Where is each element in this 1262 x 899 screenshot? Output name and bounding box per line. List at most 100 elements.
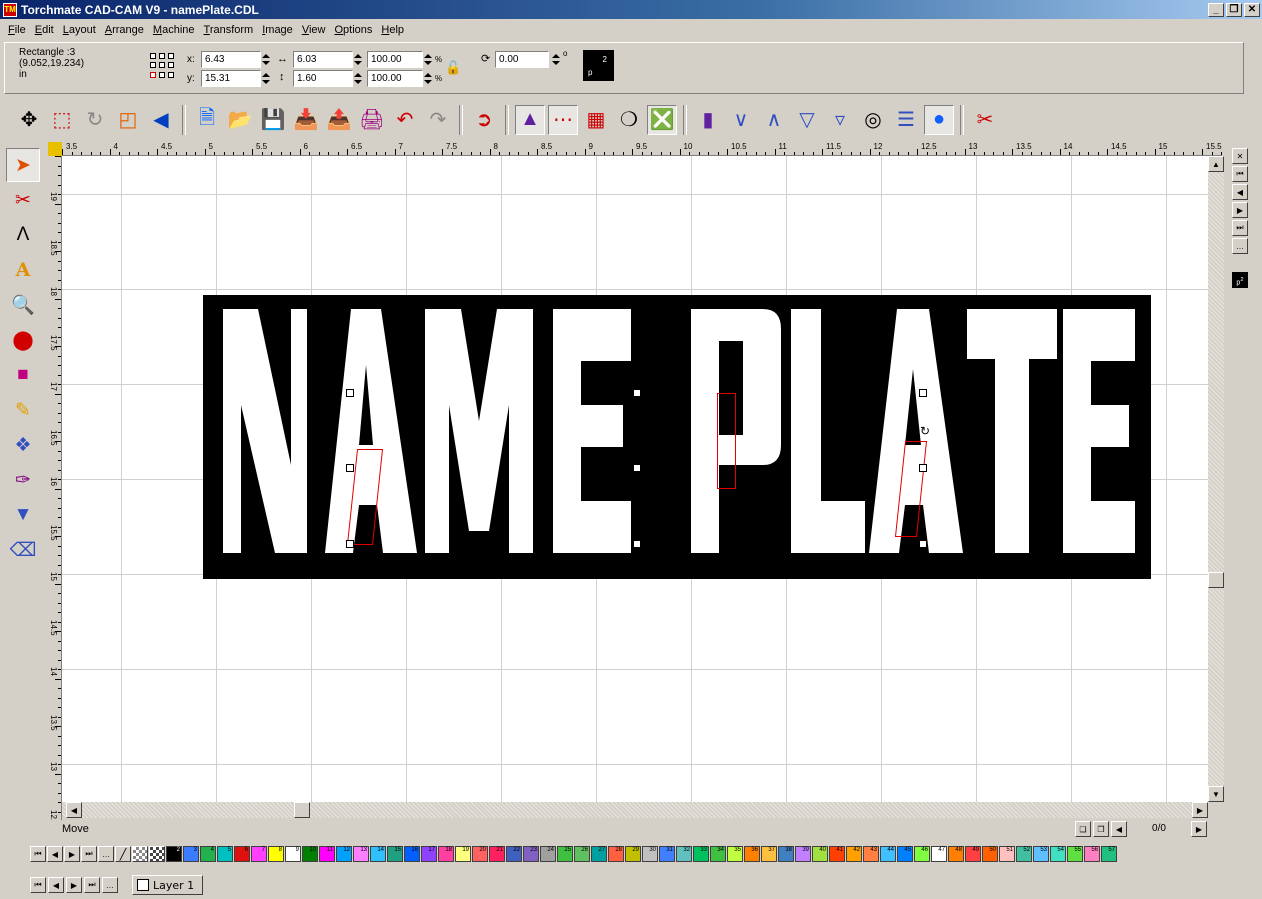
color-swatch[interactable]: 9 bbox=[285, 846, 301, 862]
horizontal-scroll-thumb[interactable] bbox=[294, 802, 310, 818]
new-file-icon[interactable]: 🗎 bbox=[192, 105, 222, 135]
menu-help[interactable]: Help bbox=[377, 24, 409, 36]
knife-tool-icon[interactable]: ✑ bbox=[6, 463, 40, 497]
x-position-field[interactable]: 6.43 bbox=[201, 51, 261, 68]
menu-image[interactable]: Image bbox=[258, 24, 298, 36]
color-swatch[interactable]: 53 bbox=[1033, 846, 1049, 862]
color-swatch[interactable]: 35 bbox=[727, 846, 743, 862]
x-spinner[interactable] bbox=[261, 51, 271, 68]
ruler-corner[interactable] bbox=[48, 142, 62, 156]
engrave-icon[interactable]: ▿ bbox=[825, 105, 855, 135]
color-swatch[interactable]: 19 bbox=[455, 846, 471, 862]
vertical-scroll-thumb[interactable] bbox=[1208, 572, 1224, 588]
color-swatch[interactable]: 26 bbox=[574, 846, 590, 862]
menu-transform[interactable]: Transform bbox=[200, 24, 259, 36]
color-swatch[interactable]: 15 bbox=[387, 846, 403, 862]
no-color-icon[interactable]: ╱ bbox=[115, 846, 131, 862]
color-swatch[interactable]: 8 bbox=[268, 846, 284, 862]
page-next-icon[interactable]: ▶ bbox=[1191, 821, 1207, 837]
select-region-icon[interactable]: ⬚ bbox=[47, 105, 77, 135]
pocket-icon[interactable]: ▽ bbox=[792, 105, 822, 135]
handle-bottom-left[interactable] bbox=[346, 540, 354, 548]
rotation-field[interactable]: 0.00 bbox=[495, 51, 549, 68]
scissors-icon[interactable]: ✂ bbox=[970, 105, 1000, 135]
node-edit-icon[interactable]: ❎ bbox=[647, 104, 677, 135]
handle-mid-left[interactable] bbox=[346, 464, 354, 472]
palette-first-icon[interactable]: ⏮ bbox=[30, 846, 46, 862]
menu-arrange[interactable]: Arrange bbox=[101, 24, 149, 36]
layer-last-icon[interactable]: ⏭ bbox=[84, 877, 100, 893]
palette-next-icon[interactable]: ▶ bbox=[64, 846, 80, 862]
zoom-tool-icon[interactable]: 🔍 bbox=[6, 288, 40, 322]
color-swatch[interactable]: 33 bbox=[693, 846, 709, 862]
minimize-button[interactable]: _ bbox=[1208, 2, 1224, 17]
scroll-left-button[interactable]: ◀ bbox=[66, 802, 82, 818]
drawing-canvas[interactable]: ↻ bbox=[62, 156, 1208, 802]
eraser-tool-icon[interactable]: ⌫ bbox=[6, 533, 40, 567]
cut-inside-icon[interactable]: ∧ bbox=[759, 105, 789, 135]
color-swatch[interactable]: 47 bbox=[931, 846, 947, 862]
color-swatch[interactable]: 31 bbox=[659, 846, 675, 862]
scale-x-field[interactable]: 100.00 bbox=[367, 51, 423, 68]
text-tool-icon[interactable]: A bbox=[6, 253, 40, 287]
scale-x-spinner[interactable] bbox=[423, 51, 433, 68]
fill-tool-icon[interactable]: ❖ bbox=[6, 428, 40, 462]
color-swatch[interactable]: 37 bbox=[761, 846, 777, 862]
handle-top-center[interactable] bbox=[633, 389, 641, 397]
layer-prev-icon[interactable]: ◀ bbox=[48, 877, 64, 893]
color-swatch[interactable]: 2 bbox=[166, 846, 182, 862]
first-icon[interactable]: ⏮ bbox=[1232, 166, 1248, 182]
scale-y-field[interactable]: 100.00 bbox=[367, 70, 423, 87]
name-plate-text[interactable] bbox=[203, 295, 1151, 579]
color-swatch[interactable]: 32 bbox=[676, 846, 692, 862]
handle-bottom-right[interactable] bbox=[919, 540, 927, 548]
color-swatch[interactable]: 56 bbox=[1084, 846, 1100, 862]
page-paste-icon[interactable]: ❐ bbox=[1093, 821, 1109, 837]
vertical-scrollbar[interactable]: ▲ ▼ bbox=[1208, 156, 1224, 802]
pointer-tool-icon[interactable]: ➤ bbox=[6, 148, 40, 182]
menu-view[interactable]: View bbox=[298, 24, 331, 36]
color-swatch[interactable]: 41 bbox=[829, 846, 845, 862]
color-swatch[interactable]: 46 bbox=[914, 846, 930, 862]
layer-up-icon[interactable]: ● bbox=[924, 104, 954, 135]
save-icon[interactable]: 💾 bbox=[258, 105, 288, 135]
handle-top-left[interactable] bbox=[346, 389, 354, 397]
color-swatch[interactable]: 21 bbox=[489, 846, 505, 862]
scroll-down-button[interactable]: ▼ bbox=[1208, 786, 1224, 802]
layer-tab[interactable]: Layer 1 bbox=[132, 875, 204, 895]
color-swatch[interactable]: 34 bbox=[710, 846, 726, 862]
vertical-ruler[interactable]: 19 18.5 18 17.5 17 16.5 16 15.5 15 14.5 14 13.5 13 12… bbox=[48, 156, 62, 820]
color-swatch[interactable]: 51 bbox=[999, 846, 1015, 862]
color-swatch[interactable]: 17 bbox=[421, 846, 437, 862]
y-spinner[interactable] bbox=[261, 70, 271, 87]
color-swatch[interactable]: 5 bbox=[217, 846, 233, 862]
color-swatch[interactable]: 11 bbox=[319, 846, 335, 862]
color-swatch[interactable]: 28 bbox=[608, 846, 624, 862]
height-spinner[interactable] bbox=[353, 70, 363, 87]
more-icon[interactable]: … bbox=[1232, 238, 1248, 254]
close-button[interactable]: ✕ bbox=[1244, 2, 1260, 17]
page-prev-icon[interactable]: ◀ bbox=[1111, 821, 1127, 837]
color-swatch[interactable]: 14 bbox=[370, 846, 386, 862]
scroll-right-button[interactable]: ▶ bbox=[1192, 802, 1208, 818]
height-field[interactable]: 1.60 bbox=[293, 70, 353, 87]
menu-edit[interactable]: Edit bbox=[31, 24, 59, 36]
color-swatch[interactable]: 57 bbox=[1101, 846, 1117, 862]
color-swatch[interactable]: 12 bbox=[336, 846, 352, 862]
scissors-tool-icon[interactable]: ✂ bbox=[6, 183, 40, 217]
handle-bottom-center[interactable] bbox=[633, 540, 641, 548]
undo-icon[interactable]: ↶ bbox=[390, 105, 420, 135]
restore-button[interactable]: ❐ bbox=[1226, 2, 1242, 17]
menu-file[interactable]: File bbox=[4, 24, 31, 36]
color-swatch[interactable]: 13 bbox=[353, 846, 369, 862]
color-swatch[interactable]: 50 bbox=[982, 846, 998, 862]
handle-mid-right[interactable] bbox=[919, 464, 927, 472]
palette-last-icon[interactable]: ⏭ bbox=[81, 846, 97, 862]
color-swatch[interactable]: 45 bbox=[897, 846, 913, 862]
color-swatch[interactable]: 16 bbox=[404, 846, 420, 862]
color-swatch[interactable]: 4 bbox=[200, 846, 216, 862]
layer-visibility-checkbox[interactable] bbox=[137, 879, 149, 891]
color-swatch[interactable]: 25 bbox=[557, 846, 573, 862]
close-panel-icon[interactable]: ✕ bbox=[1232, 148, 1248, 164]
menu-machine[interactable]: Machine bbox=[149, 24, 200, 36]
